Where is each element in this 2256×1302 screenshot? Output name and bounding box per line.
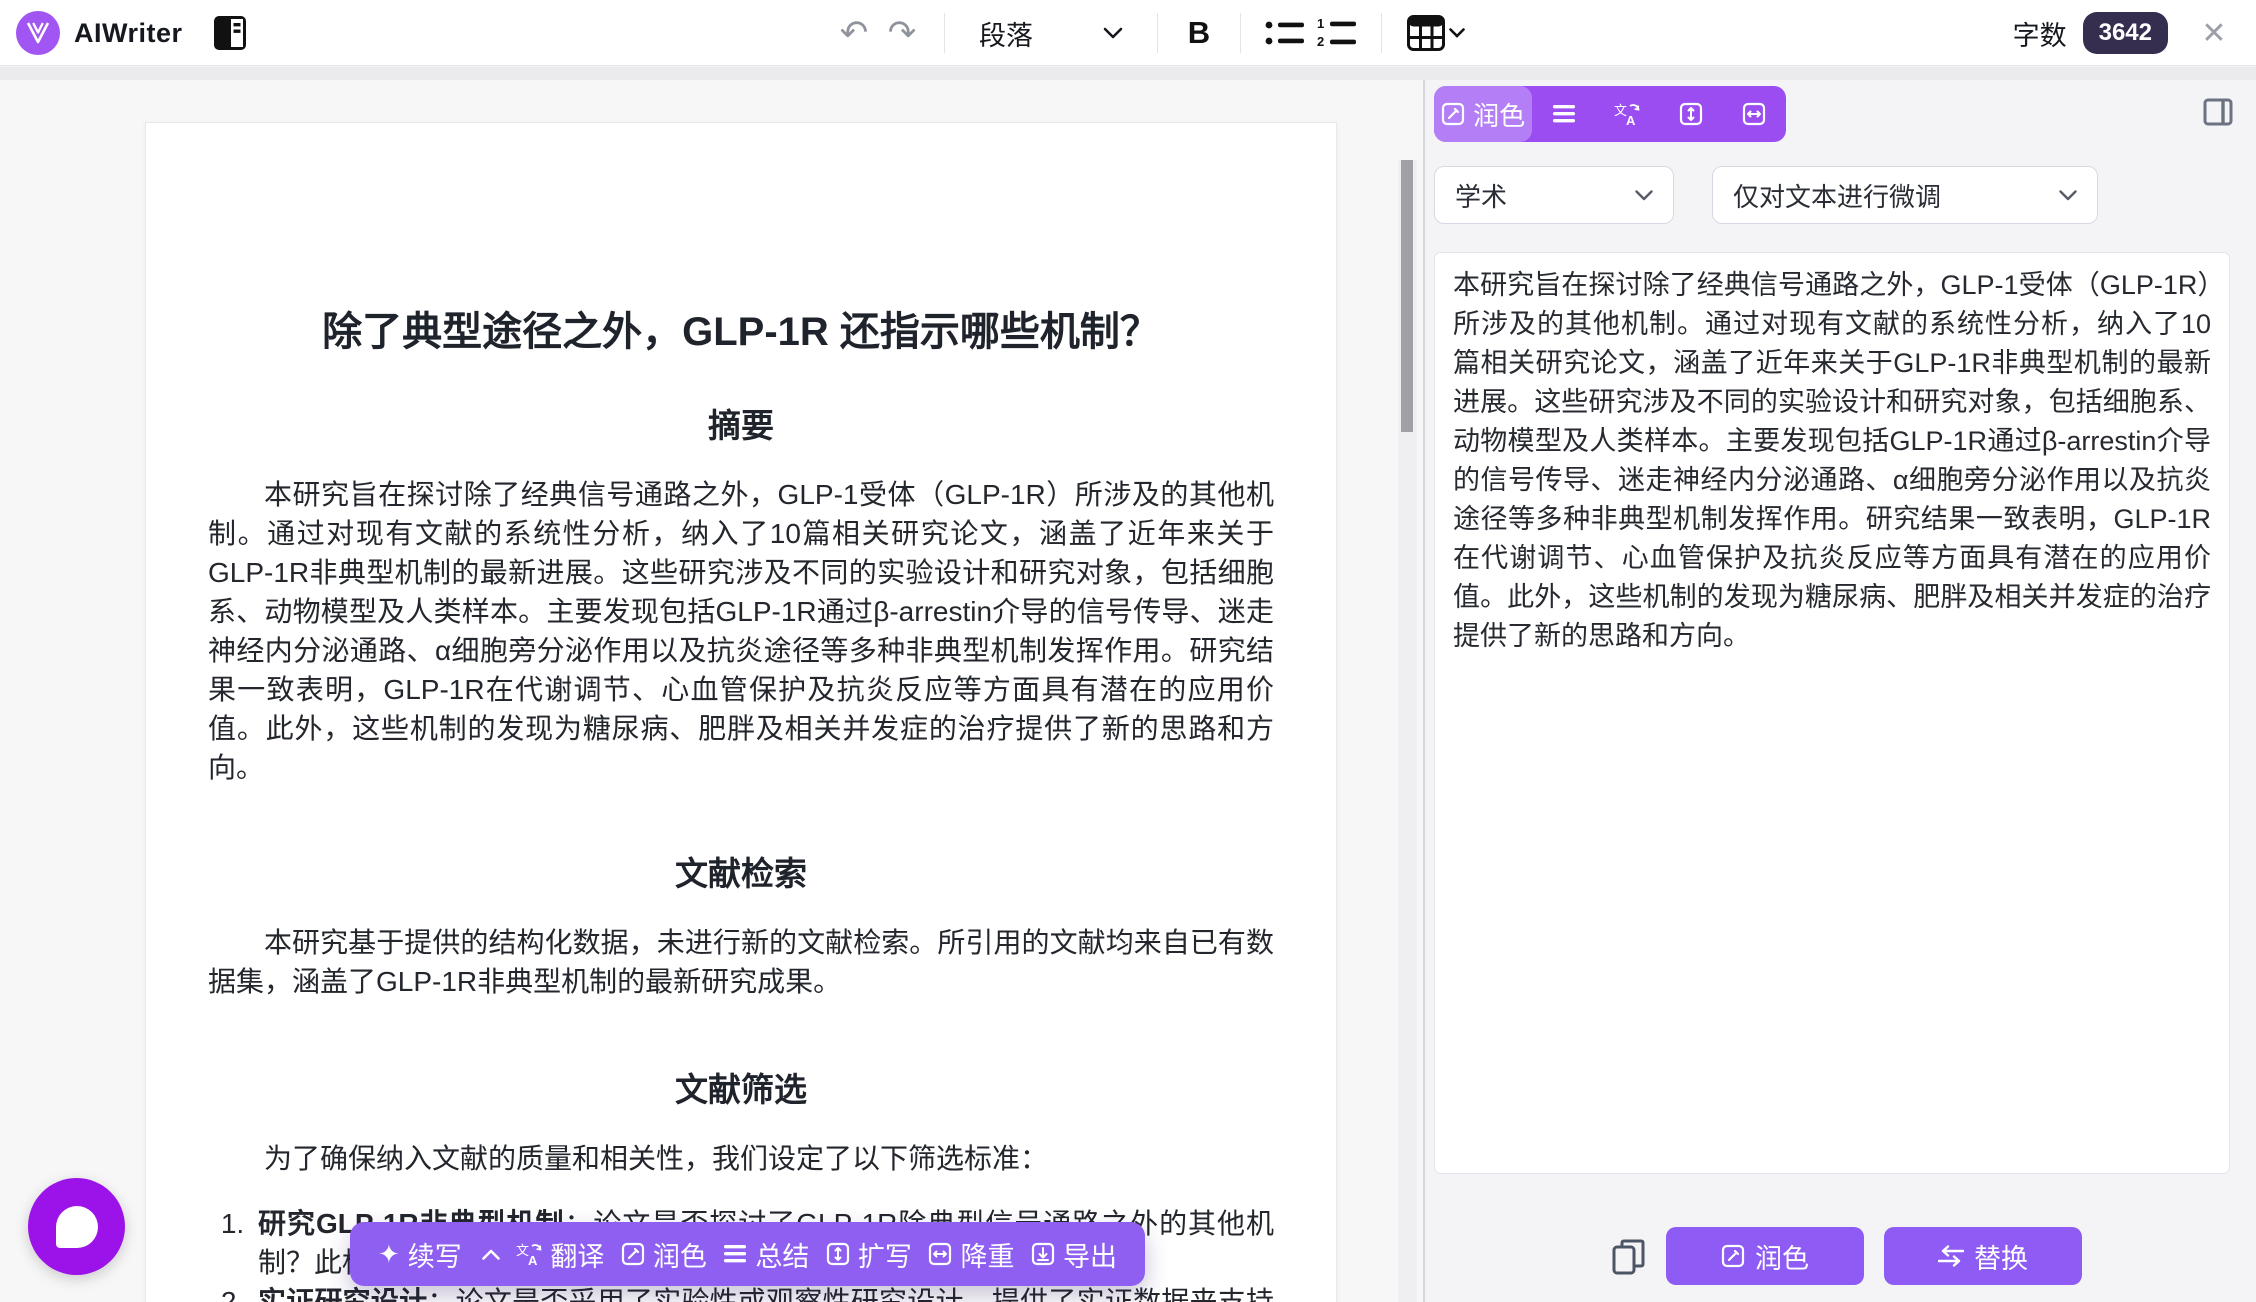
expand-button[interactable]: 扩写 <box>826 1235 912 1274</box>
arrows-horizontal-square-icon <box>1742 102 1766 126</box>
edit-square-icon <box>1441 102 1465 126</box>
arrows-vertical-square-icon <box>826 1242 850 1266</box>
polish-result-text: 本研究旨在探讨除了经典信号通路之外，GLP-1受体（GLP-1R）所涉及的其他机… <box>1453 266 2211 656</box>
header-strip <box>0 67 2256 80</box>
swap-arrows-icon <box>1938 1245 1964 1267</box>
paragraph-style-dropdown[interactable]: 段落 <box>963 14 1139 53</box>
svg-text:A: A <box>1626 113 1636 126</box>
edit-square-icon <box>621 1242 645 1266</box>
bullet-list-icon <box>1265 18 1305 48</box>
edit-square-icon <box>1721 1244 1745 1268</box>
panel-divider <box>1423 80 1425 1302</box>
summarize-button[interactable]: 总结 <box>723 1235 809 1274</box>
polish-button[interactable]: 润色 <box>1666 1227 1864 1285</box>
replace-button[interactable]: 替换 <box>1884 1227 2082 1285</box>
table-insert-button[interactable] <box>1400 10 1472 56</box>
panel-tabbar: 润色 文 A <box>1434 86 1786 142</box>
bullet-list-button[interactable] <box>1259 10 1311 56</box>
reduce-duplication-button[interactable]: 降重 <box>928 1235 1014 1274</box>
numbered-list-button[interactable]: 1 2 <box>1311 10 1363 56</box>
translate-icon: 文 A <box>516 1242 542 1266</box>
topbar: AIWriter ↶ ↷ 段落 B 1 <box>0 0 2256 66</box>
lines-icon <box>723 1244 747 1264</box>
literature-filter-heading: 文献筛选 <box>208 1063 1274 1111</box>
paragraph-style-value: 段落 <box>979 14 1033 53</box>
toolbar-divider <box>1381 13 1382 53</box>
scope-dropdown[interactable]: 仅对文本进行微调 <box>1712 166 2098 224</box>
copy-button[interactable] <box>1608 1236 1650 1278</box>
literature-search-paragraph: 本研究基于提供的结构化数据，未进行新的文献检索。所引用的文献均来自已有数据集，涵… <box>208 923 1274 1001</box>
panel-actions: 润色 替换 <box>1425 1224 2256 1290</box>
document-page[interactable]: 除了典型途径之外，GLP-1R 还指示哪些机制？ 摘要 本研究旨在探讨除了经典信… <box>145 122 1337 1302</box>
toolbar-divider <box>944 13 945 53</box>
editor-scrollbar[interactable] <box>1398 160 1417 1302</box>
export-button[interactable]: 导出 <box>1031 1235 1117 1274</box>
tab-summarize[interactable] <box>1532 86 1595 142</box>
right-panel: 润色 文 A <box>1425 80 2256 1302</box>
close-button[interactable]: ✕ <box>2192 11 2236 55</box>
literature-search-heading: 文献检索 <box>208 847 1274 895</box>
chevron-up-icon[interactable] <box>482 1249 500 1260</box>
scope-dropdown-value: 仅对文本进行微调 <box>1733 177 1941 214</box>
selection-toolbar: ✦ 续写 文 A 翻译 润色 总结 扩写 <box>350 1222 1145 1286</box>
tab-polish[interactable]: 润色 <box>1434 86 1532 142</box>
chat-bubble-icon <box>56 1206 98 1248</box>
download-square-icon <box>1031 1242 1055 1266</box>
redo-button[interactable]: ↷ <box>878 9 926 57</box>
translate-button[interactable]: 文 A 翻译 <box>516 1235 604 1274</box>
editor-area: 除了典型途径之外，GLP-1R 还指示哪些机制？ 摘要 本研究旨在探讨除了经典信… <box>0 80 1423 1302</box>
bold-button[interactable]: B <box>1176 10 1222 56</box>
arrows-horizontal-square-icon <box>928 1242 952 1266</box>
document-title: 除了典型途径之外，GLP-1R 还指示哪些机制？ <box>208 299 1274 357</box>
polish-result-card[interactable]: 本研究旨在探讨除了经典信号通路之外，GLP-1受体（GLP-1R）所涉及的其他机… <box>1434 252 2230 1174</box>
word-count-badge: 3642 <box>2083 12 2168 54</box>
chevron-down-icon <box>1449 28 1465 38</box>
scrollbar-thumb[interactable] <box>1401 160 1413 432</box>
abstract-heading: 摘要 <box>208 399 1274 447</box>
tab-translate[interactable]: 文 A <box>1596 86 1659 142</box>
chat-widget-button[interactable] <box>28 1178 125 1275</box>
style-dropdown[interactable]: 学术 <box>1434 166 1674 224</box>
chevron-down-icon <box>1103 27 1123 39</box>
style-dropdown-value: 学术 <box>1455 177 1507 214</box>
abstract-paragraph: 本研究旨在探讨除了经典信号通路之外，GLP-1受体（GLP-1R）所涉及的其他机… <box>208 475 1274 787</box>
undo-button[interactable]: ↶ <box>830 9 878 57</box>
app-logo-icon[interactable] <box>16 11 60 55</box>
toolbar-divider <box>1157 13 1158 53</box>
copy-icon <box>1612 1238 1646 1276</box>
table-icon <box>1407 15 1445 51</box>
panel-layout-icon <box>2203 98 2233 126</box>
panel-collapse-button[interactable] <box>2198 92 2238 132</box>
chevron-down-icon <box>1635 190 1653 201</box>
chevron-down-icon <box>2059 190 2077 201</box>
tab-reduce[interactable] <box>1723 86 1786 142</box>
svg-text:2: 2 <box>1317 34 1324 49</box>
lines-icon <box>1552 104 1576 124</box>
sidebar-toggle-icon[interactable] <box>213 14 247 52</box>
continue-writing-button[interactable]: ✦ 续写 <box>378 1235 500 1274</box>
toolbar-divider <box>1240 13 1241 53</box>
svg-text:1: 1 <box>1317 17 1324 31</box>
tab-expand[interactable] <box>1659 86 1722 142</box>
polish-toolbar-button[interactable]: 润色 <box>621 1235 707 1274</box>
word-count-label: 字数 <box>2013 14 2067 53</box>
svg-text:A: A <box>528 1253 538 1266</box>
translate-icon: 文 A <box>1614 102 1640 126</box>
filter-intro-paragraph: 为了确保纳入文献的质量和相关性，我们设定了以下筛选标准： <box>208 1139 1274 1178</box>
arrows-vertical-square-icon <box>1679 102 1703 126</box>
app-name: AIWriter <box>74 18 183 49</box>
numbered-list-icon: 1 2 <box>1317 17 1357 49</box>
sparkle-icon: ✦ <box>378 1241 400 1267</box>
